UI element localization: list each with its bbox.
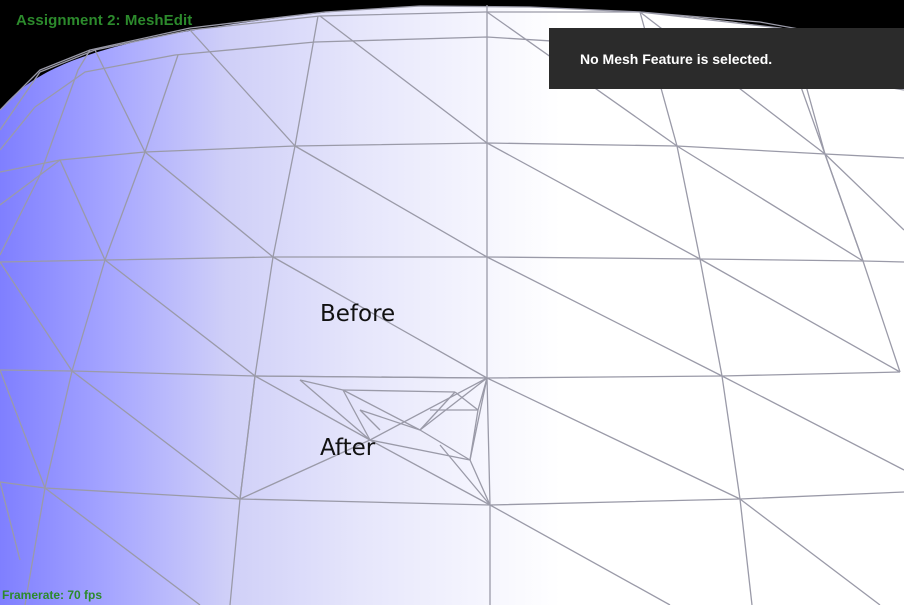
selection-info-text: No Mesh Feature is selected. [580, 51, 773, 67]
mesh-surface[interactable] [0, 6, 904, 605]
app-title: Assignment 2: MeshEdit [16, 12, 193, 29]
selection-info-panel: No Mesh Feature is selected. [549, 28, 904, 89]
mesh-viewport[interactable] [0, 0, 904, 605]
framerate-readout: Framerate: 70 fps [2, 588, 103, 602]
before-label: Before [320, 301, 396, 327]
after-label: After [320, 435, 376, 461]
